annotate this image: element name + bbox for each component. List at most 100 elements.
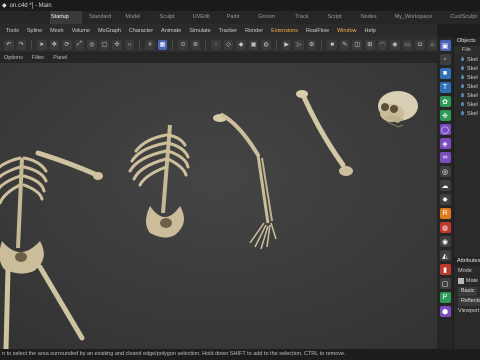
object-row[interactable]: ⋔ Skel bbox=[454, 64, 480, 73]
cube-icon[interactable]: ■ bbox=[439, 68, 451, 79]
cube-icon[interactable]: ■ bbox=[327, 39, 337, 50]
light-icon[interactable]: ☼ bbox=[427, 39, 438, 50]
viewport-canvas[interactable] bbox=[0, 63, 437, 349]
axis-icon[interactable]: ⊙ bbox=[178, 39, 188, 50]
menu-help[interactable]: Help bbox=[365, 28, 376, 34]
spline-icon[interactable]: ∞ bbox=[439, 152, 451, 163]
layout-tab-script[interactable]: Script bbox=[328, 11, 342, 24]
select-arrow-icon[interactable]: ➤ bbox=[37, 39, 47, 50]
layout-tab-sculpt[interactable]: Sculpt bbox=[159, 11, 174, 24]
grid-icon[interactable]: # bbox=[145, 39, 155, 50]
bend-icon[interactable]: ◠ bbox=[377, 39, 388, 50]
move-icon[interactable]: ✥ bbox=[49, 39, 60, 50]
points-mode-icon[interactable]: ⁘ bbox=[211, 39, 221, 50]
layout-tab-track[interactable]: Track bbox=[295, 11, 309, 24]
pen-icon[interactable]: ✎ bbox=[339, 39, 350, 50]
transform-icon[interactable]: ✣ bbox=[112, 39, 122, 50]
tab-basic[interactable]: Basic bbox=[458, 287, 478, 296]
viewport-icon[interactable]: ▣ bbox=[439, 40, 451, 51]
layout-tab-nodes[interactable]: Nodes bbox=[361, 11, 377, 24]
attributes-panel: Attributes Mode Mate Basic Reflectan Vie… bbox=[454, 257, 480, 316]
layout-tab-model[interactable]: Model bbox=[125, 11, 140, 24]
layout-tab-uvedit[interactable]: UVEdit bbox=[193, 11, 210, 24]
uv-mode-icon[interactable]: ▣ bbox=[248, 39, 259, 50]
object-row[interactable]: ⋔ Skel bbox=[454, 91, 480, 100]
menu-mograph[interactable]: MoGraph bbox=[98, 28, 121, 34]
scale-icon[interactable]: ⤢ bbox=[74, 39, 85, 50]
objects-panel-menu-file[interactable]: File bbox=[454, 46, 480, 55]
node-icon[interactable]: ⬢ bbox=[439, 306, 451, 317]
polygon-mode-icon[interactable]: ▦ bbox=[157, 39, 168, 50]
menu-character[interactable]: Character bbox=[129, 28, 153, 34]
layout-tab-groom[interactable]: Groom bbox=[258, 11, 275, 24]
layout-tab-my-workspace[interactable]: My_Workspace bbox=[395, 11, 433, 24]
toolbar-separator bbox=[139, 39, 141, 50]
object-row[interactable]: ⋔ Skel bbox=[454, 82, 480, 91]
menu-window[interactable]: Window bbox=[337, 28, 357, 34]
cloner-icon[interactable]: ✿ bbox=[439, 96, 451, 107]
camera-icon[interactable]: ◎ bbox=[439, 166, 451, 177]
floor-icon[interactable]: ▭ bbox=[402, 39, 413, 50]
attributes-mode-label[interactable]: Mode bbox=[454, 266, 480, 276]
menu-realflow[interactable]: RealFlow bbox=[306, 28, 329, 34]
layout-tab-paint[interactable]: Paint bbox=[227, 11, 240, 24]
object-row[interactable]: ⋔ Skel bbox=[454, 109, 480, 118]
environment-icon[interactable]: ☁ bbox=[439, 180, 451, 191]
plane-icon[interactable]: ▢ bbox=[439, 278, 451, 289]
object-icon[interactable]: ◦ bbox=[439, 54, 451, 65]
deformer-icon[interactable]: ◯ bbox=[439, 124, 451, 135]
snap-icon[interactable]: ⊚ bbox=[190, 39, 201, 50]
python-icon[interactable]: P bbox=[439, 292, 451, 303]
menu-tracker[interactable]: Tracker bbox=[219, 28, 237, 34]
render-picture-icon[interactable]: ▷ bbox=[294, 39, 304, 50]
menu-animate[interactable]: Animate bbox=[161, 28, 181, 34]
effector-icon[interactable]: ❉ bbox=[439, 110, 451, 121]
live-select-icon[interactable]: ◎ bbox=[87, 39, 97, 50]
rotate-icon[interactable]: ⟳ bbox=[62, 39, 72, 50]
layout-tab-standard[interactable]: Standard bbox=[89, 11, 111, 24]
status-bar: n to select the area surrounded by an ex… bbox=[0, 349, 480, 360]
object-row[interactable]: ⋔ Skel bbox=[454, 73, 480, 82]
menu-spline[interactable]: Spline bbox=[27, 28, 42, 34]
subdivision-icon[interactable]: ◫ bbox=[352, 39, 362, 50]
paint-icon[interactable]: ◭ bbox=[439, 250, 451, 261]
rect-select-icon[interactable]: ▢ bbox=[99, 39, 110, 50]
attributes-material-row[interactable]: Mate bbox=[454, 276, 480, 286]
light-icon[interactable]: ✸ bbox=[439, 194, 451, 205]
undo-icon[interactable]: ↶ bbox=[4, 39, 14, 50]
edges-mode-icon[interactable]: ◇ bbox=[223, 39, 234, 50]
model-mode-icon[interactable]: ◍ bbox=[261, 39, 271, 50]
camera-icon[interactable]: ◘ bbox=[415, 39, 425, 50]
viewport-menu-panel[interactable]: Panel bbox=[53, 55, 67, 61]
field-icon[interactable]: ◉ bbox=[390, 39, 400, 50]
magnet-icon[interactable]: ∩ bbox=[124, 39, 135, 50]
tab-reflectance[interactable]: Reflectan bbox=[458, 297, 480, 306]
render-view-icon[interactable]: ▶ bbox=[281, 39, 292, 50]
brush-icon[interactable]: ▮ bbox=[439, 264, 451, 275]
eye-icon[interactable]: ◉ bbox=[439, 236, 451, 247]
redo-icon[interactable]: ↷ bbox=[16, 39, 27, 50]
xparticles-icon[interactable]: ◍ bbox=[439, 222, 451, 233]
layout-tab-startup[interactable]: Startup bbox=[50, 11, 82, 24]
object-row[interactable]: ⋔ Skel bbox=[454, 55, 480, 64]
attributes-viewport-label[interactable]: Viewport bbox=[454, 306, 480, 316]
render-settings-icon[interactable]: ⚙ bbox=[306, 39, 317, 50]
tag-icon[interactable]: ◈ bbox=[439, 138, 451, 149]
3d-viewport[interactable] bbox=[0, 63, 437, 349]
text-icon[interactable]: T bbox=[439, 82, 451, 93]
viewport-menu-filter[interactable]: Filter bbox=[32, 55, 44, 61]
menu-mesh[interactable]: Mesh bbox=[50, 28, 63, 34]
object-row[interactable]: ⋔ Skel bbox=[454, 100, 480, 109]
layout-tab-custsculpt[interactable]: CustSculpt bbox=[450, 11, 477, 24]
menu-tools[interactable]: Tools bbox=[6, 28, 19, 34]
menu-render[interactable]: Render bbox=[245, 28, 263, 34]
menu-extensions[interactable]: Extensions bbox=[271, 28, 298, 34]
render-icon[interactable]: R bbox=[439, 208, 451, 219]
material-label: Mate bbox=[466, 278, 479, 284]
main-toolbar: ↶ ↷ ➤ ✥ ⟳ ⤢ ◎ ▢ ✣ ∩ # ▦ ⊙ ⊚ ⁘ ◇ ◆ ▣ ◍ ▶ … bbox=[0, 37, 438, 53]
menu-simulate[interactable]: Simulate bbox=[189, 28, 210, 34]
polygons-mode-icon[interactable]: ◆ bbox=[236, 39, 246, 50]
menu-volume[interactable]: Volume bbox=[72, 28, 90, 34]
array-icon[interactable]: ⊞ bbox=[365, 39, 375, 50]
viewport-menu-options[interactable]: Options bbox=[4, 55, 23, 61]
